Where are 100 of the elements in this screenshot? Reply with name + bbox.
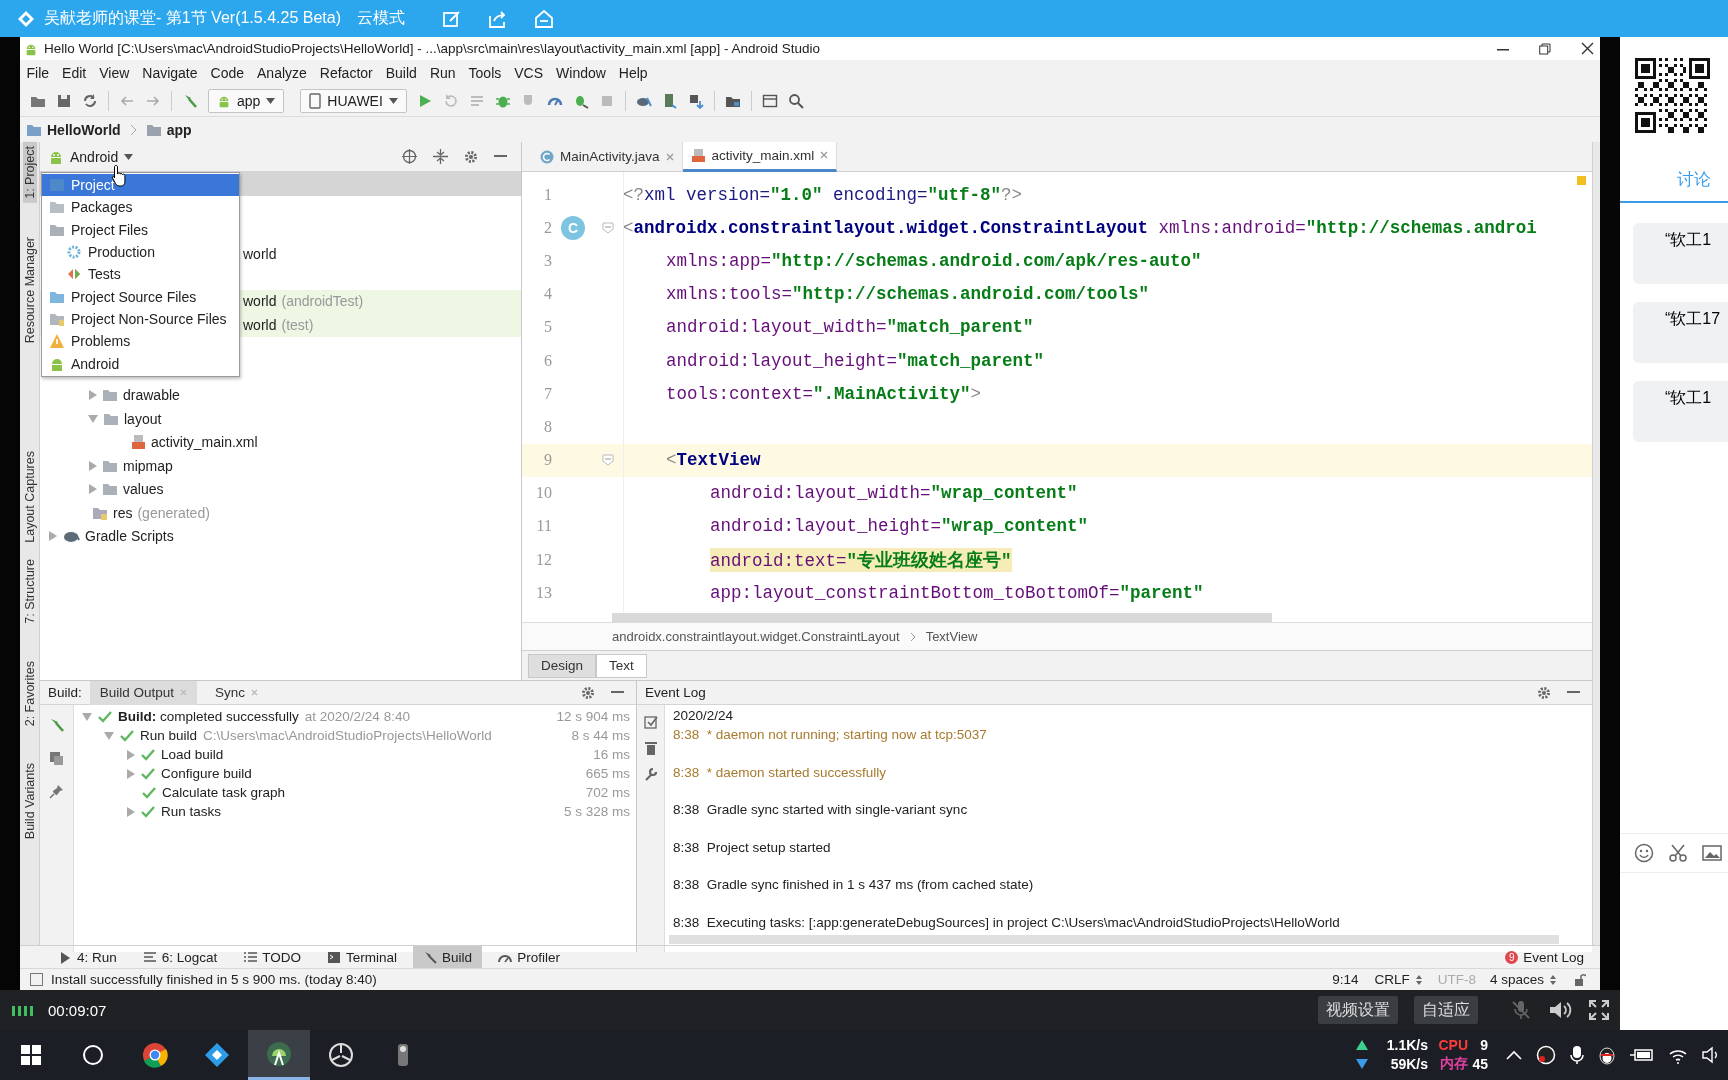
- tree-item[interactable]: world: [243, 246, 277, 263]
- package-download-icon[interactable]: [687, 92, 704, 109]
- battery-icon[interactable]: [1630, 1048, 1654, 1062]
- tree-item[interactable]: values: [123, 481, 164, 498]
- trash-icon[interactable]: [644, 741, 657, 755]
- indent-setting[interactable]: 4 spaces: [1489, 972, 1544, 987]
- menu-item[interactable]: Refactor: [313, 64, 380, 81]
- video-option-button[interactable]: 视频设置: [1318, 996, 1398, 1024]
- menu-item[interactable]: Project Source Files: [42, 285, 239, 308]
- fullscreen-icon[interactable]: [1588, 999, 1610, 1021]
- tool-tab[interactable]: Profiler: [488, 945, 570, 969]
- tool-tab[interactable]: 6: Logcat: [132, 945, 228, 969]
- tool-tab[interactable]: 4: Run: [48, 945, 127, 969]
- volume-icon[interactable]: [1702, 1046, 1720, 1064]
- tree-item[interactable]: Gradle Scripts: [85, 528, 174, 545]
- share-icon[interactable]: [489, 9, 507, 28]
- record-icon[interactable]: [1536, 1045, 1556, 1065]
- menu-item[interactable]: Navigate: [135, 64, 205, 81]
- menu-item[interactable]: Project: [42, 174, 239, 197]
- file-tab[interactable]: activity_main.xml: [682, 142, 838, 172]
- chevron-up-icon[interactable]: [1506, 1050, 1522, 1060]
- pin-icon[interactable]: [49, 784, 64, 799]
- browser-icon[interactable]: [142, 1042, 168, 1068]
- menu-item[interactable]: Tools: [462, 64, 508, 81]
- tree-item[interactable]: layout: [124, 410, 162, 427]
- fold-marker-icon[interactable]: [602, 221, 614, 234]
- breadcrumb-item[interactable]: androidx.constraintlayout.widget.ConstraintLayout: [612, 629, 900, 644]
- menu-item[interactable]: Packages: [42, 196, 239, 219]
- run-config-dropdown[interactable]: app: [208, 88, 285, 113]
- menu-item[interactable]: Edit: [55, 64, 93, 81]
- line-separator[interactable]: CRLF: [1374, 972, 1410, 987]
- tree-item[interactable]: activity_main.xml: [151, 434, 258, 451]
- breadcrumb-item[interactable]: TextView: [925, 629, 978, 644]
- menu-item[interactable]: Project Non-Source Files: [42, 307, 239, 331]
- emoji-icon[interactable]: [1634, 843, 1654, 863]
- tree-item[interactable]: drawable: [123, 387, 180, 404]
- search-icon[interactable]: [787, 92, 804, 109]
- wrench-icon[interactable]: [643, 767, 658, 781]
- panel-tab[interactable]: Sync: [205, 680, 269, 705]
- editor-mode-tab[interactable]: Text: [596, 653, 647, 678]
- menu-item[interactable]: Window: [549, 64, 613, 81]
- menu-item[interactable]: Problems: [42, 330, 239, 353]
- sync-icon[interactable]: [82, 92, 98, 109]
- collapse-all-icon[interactable]: [433, 149, 448, 164]
- device-dropdown[interactable]: HUAWEI: [300, 88, 407, 113]
- search-circle-icon[interactable]: [82, 1044, 104, 1066]
- menu-item[interactable]: Tests: [42, 263, 239, 286]
- tool-window-tab[interactable]: Build Variants: [22, 758, 37, 843]
- edit-icon[interactable]: [443, 9, 461, 28]
- project-view-selector[interactable]: Android: [70, 148, 119, 165]
- menu-item[interactable]: Build: [379, 64, 424, 81]
- image-icon[interactable]: [1702, 843, 1722, 863]
- menu-item[interactable]: Production: [42, 240, 239, 264]
- restore-window-icon[interactable]: [1539, 42, 1551, 55]
- menu-item[interactable]: Android: [42, 352, 239, 375]
- menu-item[interactable]: VCS: [507, 64, 550, 81]
- windows-start-icon[interactable]: [21, 1045, 41, 1065]
- breadcrumb-item[interactable]: HelloWorld: [47, 121, 121, 138]
- tree-item[interactable]: res: [113, 504, 133, 521]
- tool-tab[interactable]: Build: [413, 945, 483, 969]
- window-icon[interactable]: [761, 92, 778, 109]
- tool-tab[interactable]: TODO: [233, 945, 312, 969]
- panel-tab[interactable]: Build Output: [89, 680, 198, 705]
- event-log-button[interactable]: 9 Event Log: [1495, 945, 1594, 969]
- locate-icon[interactable]: [402, 149, 417, 164]
- tree-item[interactable]: world: [243, 316, 277, 333]
- menu-item[interactable]: File: [20, 64, 56, 81]
- tool-window-tab[interactable]: Layout Captures: [22, 447, 37, 547]
- android-app-icon[interactable]: [266, 1040, 292, 1067]
- file-tab[interactable]: MainActivity.java: [532, 142, 683, 172]
- tool-window-tab[interactable]: 2: Favorites: [22, 657, 37, 731]
- mic-muted-icon[interactable]: [1510, 999, 1532, 1021]
- menu-item[interactable]: Analyze: [250, 64, 314, 81]
- menu-item[interactable]: Project Files: [42, 218, 239, 241]
- lock-icon[interactable]: [1574, 973, 1586, 986]
- tool-window-tab[interactable]: 7: Structure: [22, 554, 37, 628]
- panel-toggle-icon[interactable]: [30, 973, 43, 986]
- breadcrumb-item[interactable]: app: [166, 121, 192, 138]
- close-window-icon[interactable]: [1581, 42, 1594, 55]
- microphone-icon[interactable]: [1570, 1045, 1584, 1065]
- diamond-app-icon[interactable]: [204, 1042, 230, 1068]
- tool-window-tab[interactable]: 1: Project: [22, 142, 37, 203]
- aperture-icon[interactable]: [328, 1042, 354, 1068]
- tree-item[interactable]: world: [243, 293, 277, 310]
- menu-item[interactable]: Run: [423, 64, 463, 81]
- tool-window-tab[interactable]: Resource Manager: [22, 232, 37, 348]
- editor-mode-tab[interactable]: Design: [528, 653, 597, 678]
- save-icon[interactable]: [56, 92, 72, 109]
- speaker-icon[interactable]: [1548, 999, 1572, 1021]
- home-icon[interactable]: [535, 9, 553, 28]
- video-option-button[interactable]: 自适应: [1414, 996, 1478, 1024]
- tree-item[interactable]: mipmap: [123, 457, 173, 474]
- menu-item[interactable]: Code: [204, 64, 251, 81]
- scissors-icon[interactable]: [1668, 843, 1688, 863]
- caret-position[interactable]: 9:14: [1332, 972, 1359, 987]
- menu-item[interactable]: Help: [612, 64, 655, 81]
- tool-tab[interactable]: Terminal: [317, 945, 408, 969]
- mark-read-icon[interactable]: [643, 715, 658, 729]
- copy-icon[interactable]: [49, 751, 64, 766]
- menu-item[interactable]: View: [92, 64, 136, 81]
